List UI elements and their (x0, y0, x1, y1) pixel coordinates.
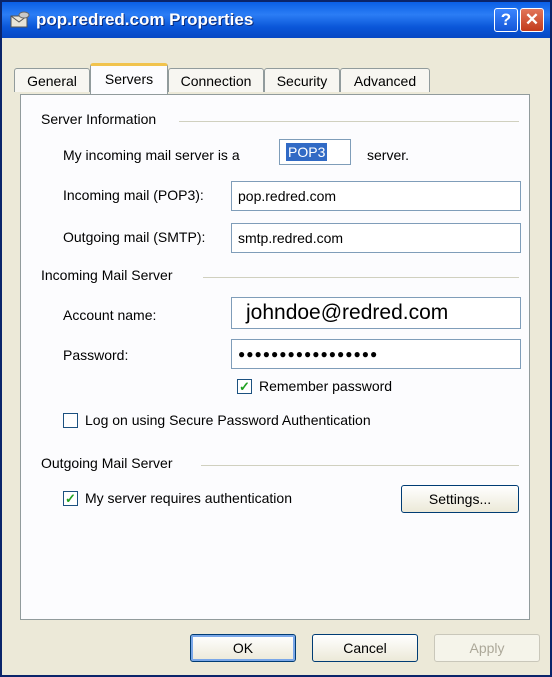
mail-server-icon (10, 11, 30, 28)
tab-servers[interactable]: Servers (90, 63, 168, 94)
incoming-type-prefix: My incoming mail server is a (63, 147, 240, 163)
window-title: pop.redred.com Properties (36, 10, 254, 29)
incoming-mail-server-heading: Incoming Mail Server (41, 267, 173, 283)
help-button[interactable]: ? (494, 8, 518, 32)
smtp-auth-label[interactable]: My server requires authentication (85, 490, 292, 506)
spa-checkbox[interactable] (63, 413, 78, 428)
tab-security[interactable]: Security (264, 68, 340, 92)
incoming-server-type-value: POP3 (286, 143, 328, 161)
ok-button[interactable]: OK (190, 634, 296, 662)
close-button[interactable]: ✕ (520, 8, 544, 32)
incoming-type-suffix: server. (367, 147, 410, 163)
properties-dialog: pop.redred.com Properties ? ✕ General Se… (0, 0, 552, 677)
outgoing-mail-server-heading: Outgoing Mail Server (41, 455, 173, 471)
remember-password-checkbox[interactable]: ✓ (237, 379, 252, 394)
servers-panel: Server Information My incoming mail serv… (20, 94, 530, 620)
password-input[interactable]: ●●●●●●●●●●●●●●●●● (231, 339, 521, 369)
divider (179, 121, 519, 122)
server-information-heading: Server Information (41, 111, 157, 127)
outgoing-mail-input[interactable]: smtp.redred.com (231, 223, 521, 253)
tab-advanced[interactable]: Advanced (340, 68, 430, 92)
account-name-label: Account name: (63, 307, 157, 323)
smtp-auth-checkbox[interactable]: ✓ (63, 491, 78, 506)
spa-label[interactable]: Log on using Secure Password Authenticat… (85, 412, 371, 428)
settings-button[interactable]: Settings... (401, 485, 519, 513)
incoming-server-type-field[interactable]: POP3 (279, 139, 351, 165)
incoming-mail-input[interactable]: pop.redred.com (231, 181, 521, 211)
divider (201, 465, 519, 466)
account-name-input[interactable]: johndoe@redred.com (231, 297, 521, 329)
tab-connection[interactable]: Connection (168, 68, 264, 92)
incoming-mail-label: Incoming mail (POP3): (63, 187, 204, 203)
divider (203, 277, 519, 278)
cancel-button[interactable]: Cancel (312, 634, 418, 662)
title-bar[interactable]: pop.redred.com Properties ? ✕ (2, 2, 550, 38)
outgoing-mail-label: Outgoing mail (SMTP): (63, 229, 206, 245)
apply-button[interactable]: Apply (434, 634, 540, 662)
password-label: Password: (63, 347, 129, 363)
remember-password-label[interactable]: Remember password (259, 378, 392, 394)
tab-general[interactable]: General (14, 68, 90, 92)
